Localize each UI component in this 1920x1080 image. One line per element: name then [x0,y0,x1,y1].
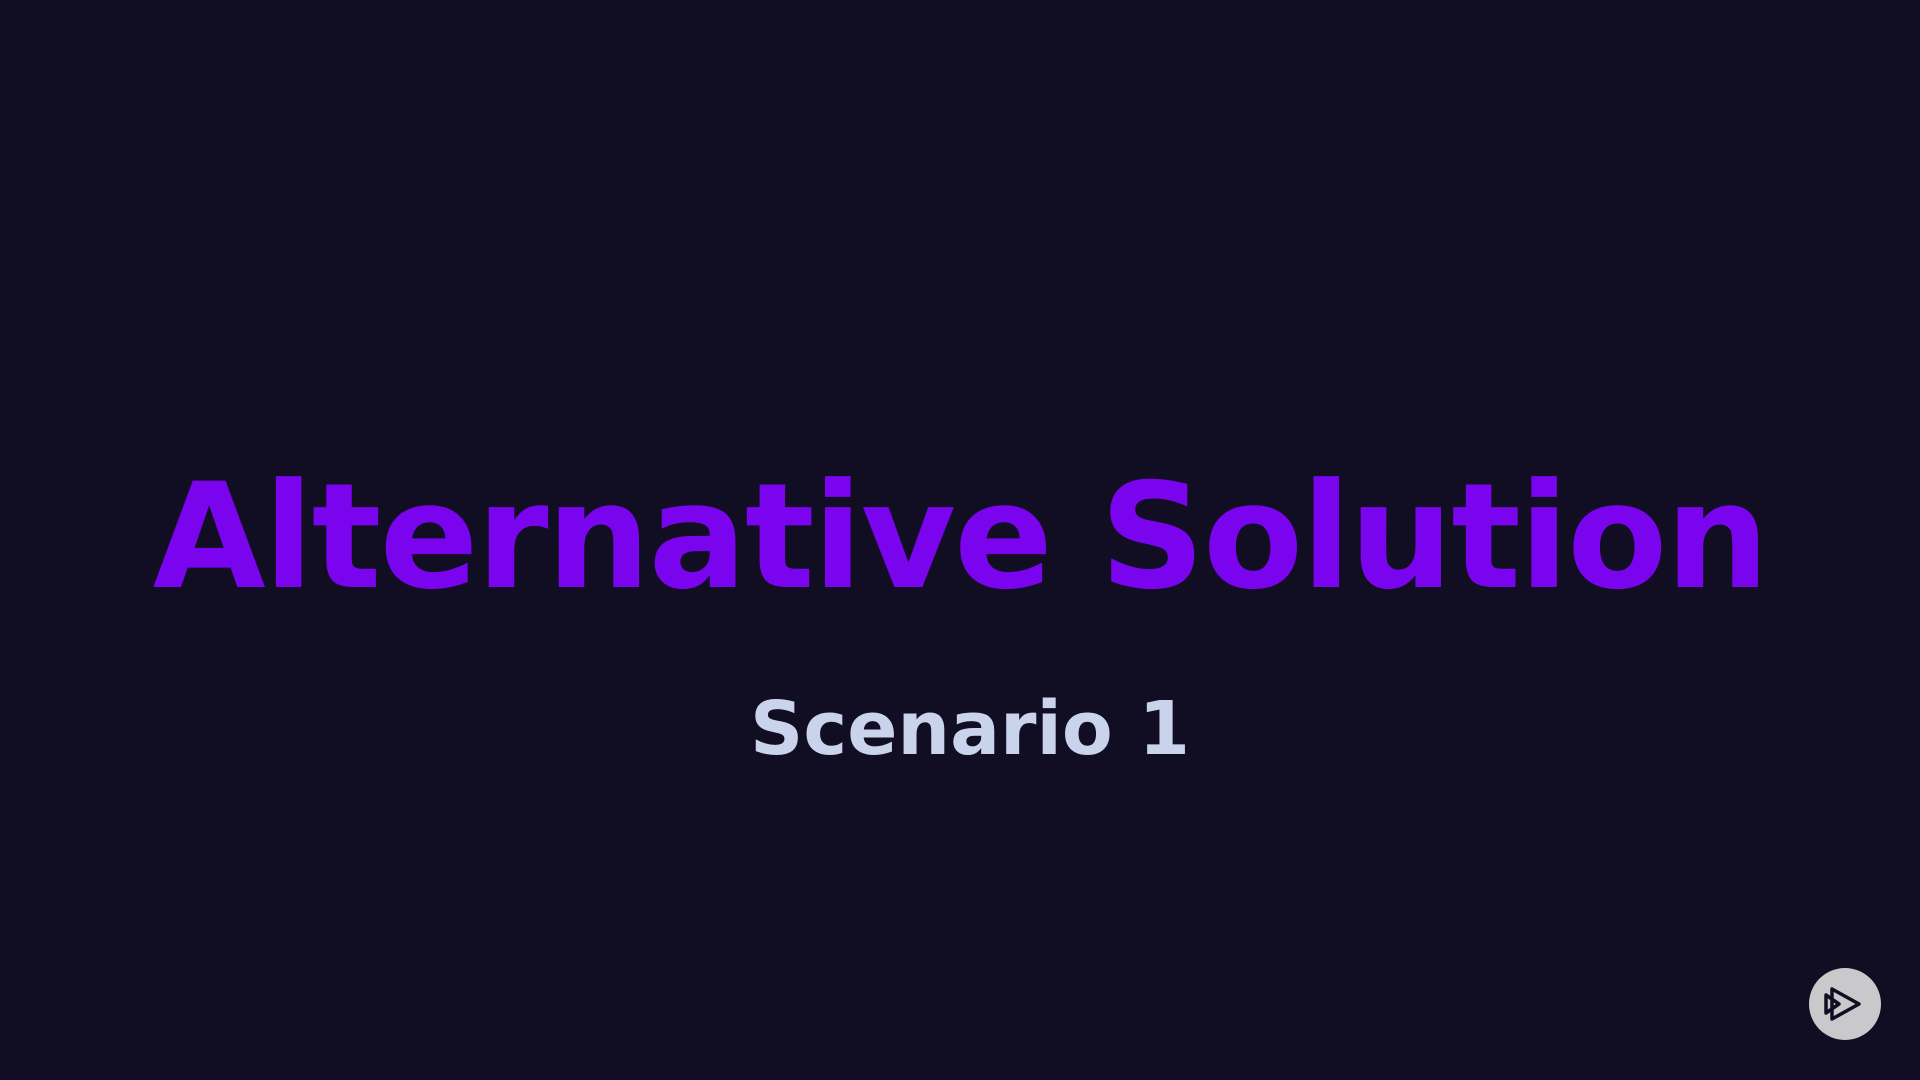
slide-title: Alternative Solution [152,452,1770,622]
brand-logo-badge [1809,968,1881,1040]
slide-subtitle: Scenario 1 [750,686,1190,772]
slide-canvas: Alternative Solution Scenario 1 [0,0,1920,1080]
play-triangle-logo-icon [1824,987,1861,1021]
